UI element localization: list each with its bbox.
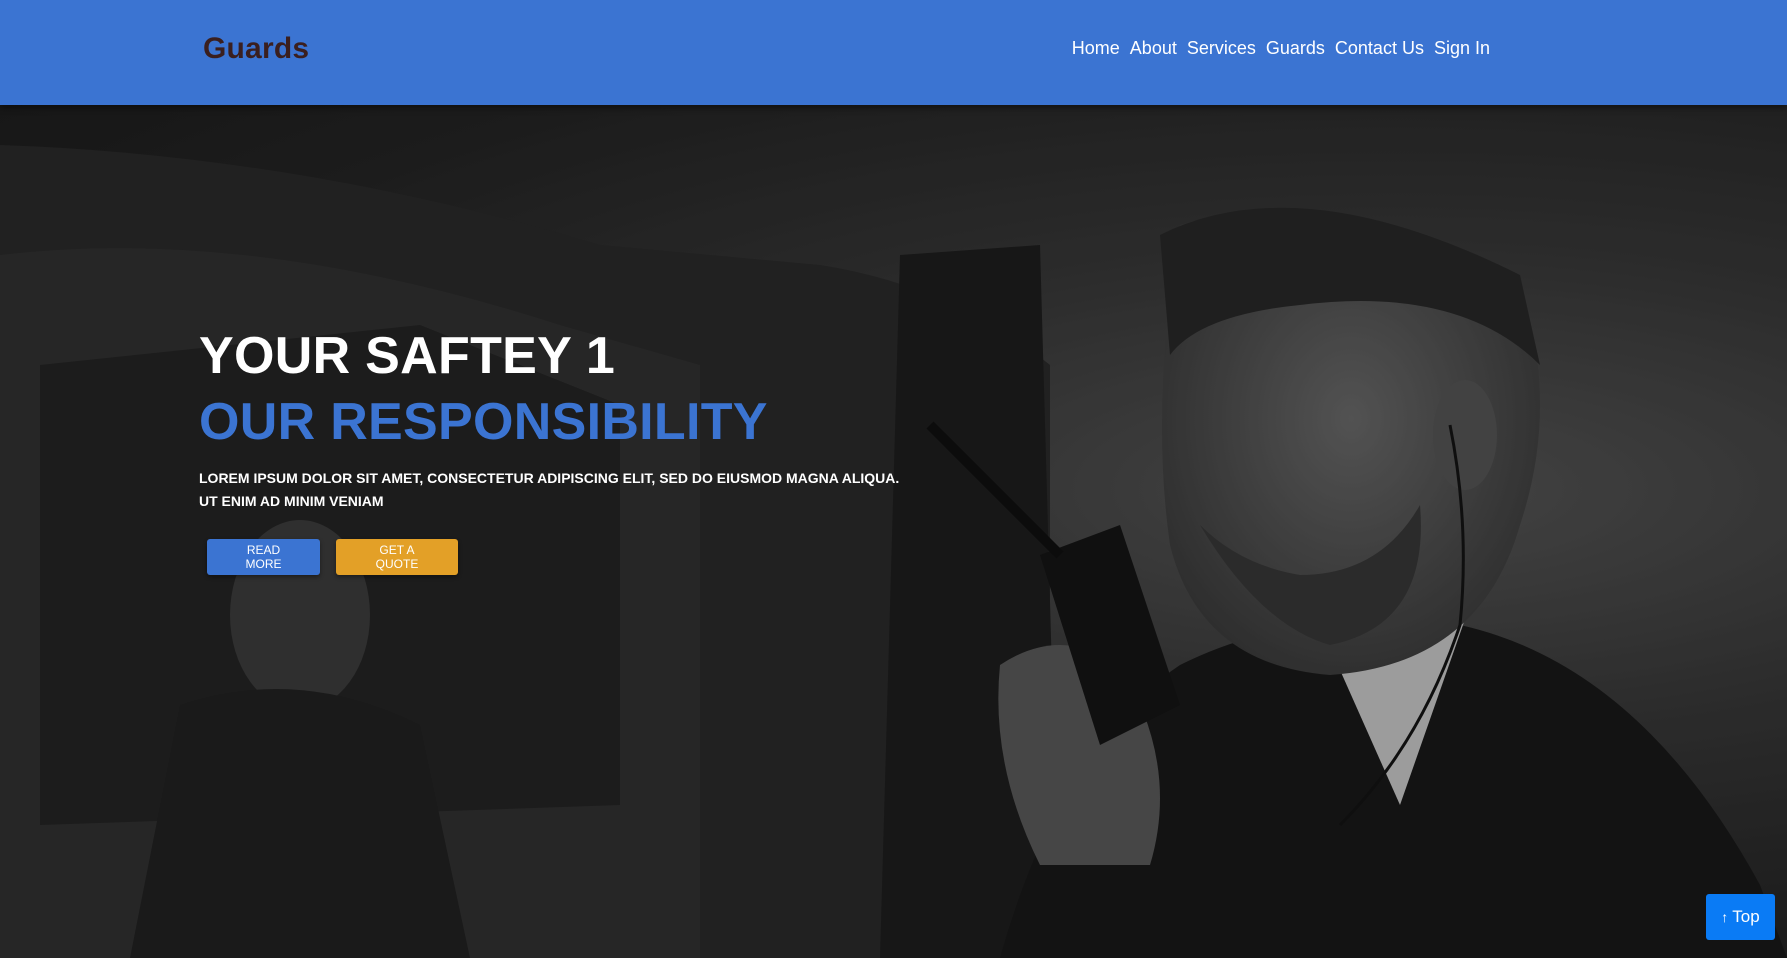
scroll-to-top-label: Top — [1732, 907, 1760, 926]
nav-link-guards[interactable]: Guards — [1266, 38, 1325, 59]
hero-description-line-1: LOREM IPSUM DOLOR SIT AMET, CONSECTETUR … — [199, 469, 900, 486]
scroll-to-top-button[interactable]: ↑ Top — [1706, 894, 1775, 940]
page: Guards Home About Services Guards Contac… — [0, 0, 1787, 958]
nav-link-about[interactable]: About — [1130, 38, 1177, 59]
arrow-up-icon: ↑ — [1721, 909, 1729, 925]
nav-link-services[interactable]: Services — [1187, 38, 1256, 59]
hero-title: YOUR SAFTEY 1 — [199, 327, 616, 385]
navbar: Guards Home About Services Guards Contac… — [0, 0, 1787, 105]
get-a-quote-button[interactable]: GET A QUOTE — [336, 538, 458, 575]
hero-description-line-2: UT ENIM AD MINIM VENIAM — [199, 492, 384, 509]
hero-content: YOUR SAFTEY 1 OUR RESPONSIBILITY LOREM I… — [199, 327, 919, 575]
nav-link-home[interactable]: Home — [1072, 38, 1120, 59]
hero-subtitle: OUR RESPONSIBILITY — [199, 392, 768, 451]
nav-menu: Home About Services Guards Contact Us Si… — [1072, 38, 1490, 59]
brand-logo[interactable]: Guards — [203, 32, 309, 66]
nav-link-contact-us[interactable]: Contact Us — [1335, 38, 1424, 59]
hero-buttons: READ MORE GET A QUOTE — [207, 538, 919, 575]
nav-link-sign-in[interactable]: Sign In — [1434, 38, 1490, 59]
hero-description: LOREM IPSUM DOLOR SIT AMET, CONSECTETUR … — [199, 467, 919, 513]
hero-section: YOUR SAFTEY 1 OUR RESPONSIBILITY LOREM I… — [0, 105, 1787, 958]
read-more-button[interactable]: READ MORE — [207, 538, 320, 575]
